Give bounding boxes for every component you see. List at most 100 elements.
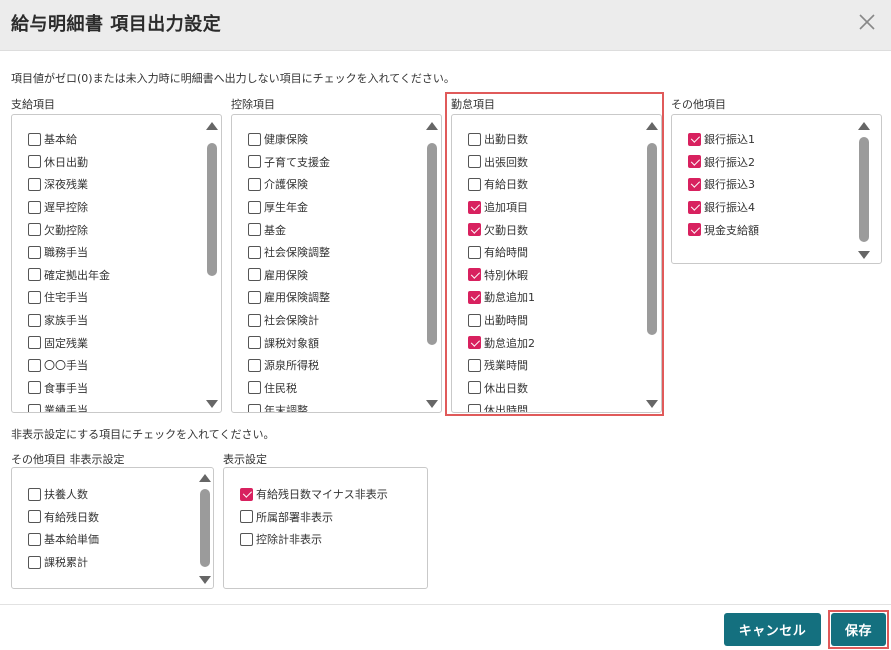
- checkbox-unchecked[interactable]: [28, 336, 41, 350]
- checkbox-item[interactable]: 銀行振込2: [688, 151, 759, 174]
- checkbox-item[interactable]: 休出日数: [468, 377, 535, 400]
- checkbox-unchecked[interactable]: [248, 200, 261, 214]
- checkbox-unchecked[interactable]: [28, 155, 41, 169]
- checkbox-item[interactable]: 雇用保険: [248, 264, 330, 287]
- checkbox-item[interactable]: 基金: [248, 218, 330, 241]
- checkbox-item[interactable]: 職務手当: [28, 241, 110, 264]
- checkbox-item[interactable]: 有給時間: [468, 241, 535, 264]
- checkbox-unchecked[interactable]: [468, 403, 481, 412]
- checkbox-item[interactable]: 欠勤日数: [468, 218, 535, 241]
- scroll-up-arrow-icon[interactable]: [858, 122, 870, 130]
- checkbox-unchecked[interactable]: [468, 155, 481, 169]
- checkbox-item[interactable]: 業績手当: [28, 399, 110, 412]
- scroll-up-arrow-icon[interactable]: [199, 474, 211, 482]
- scroll-down-arrow-icon[interactable]: [646, 400, 658, 408]
- checkbox-unchecked[interactable]: [248, 403, 261, 412]
- scroll-down-arrow-icon[interactable]: [858, 251, 870, 259]
- checkbox-unchecked[interactable]: [248, 381, 261, 395]
- checkbox-checked[interactable]: [240, 487, 253, 501]
- checkbox-unchecked[interactable]: [28, 290, 41, 304]
- checkbox-item[interactable]: 深夜残業: [28, 173, 110, 196]
- checkbox-unchecked[interactable]: [468, 132, 481, 146]
- checkbox-item[interactable]: 控除計非表示: [240, 528, 388, 551]
- checkbox-item[interactable]: 厚生年金: [248, 196, 330, 219]
- checkbox-unchecked[interactable]: [28, 358, 41, 372]
- checkbox-item[interactable]: 社会保険計: [248, 309, 330, 332]
- checkbox-item[interactable]: 扶養人数: [28, 483, 99, 506]
- checkbox-item[interactable]: 住宅手当: [28, 286, 110, 309]
- scroll-down-arrow-icon[interactable]: [199, 576, 211, 584]
- checkbox-item[interactable]: 出勤時間: [468, 309, 535, 332]
- checkbox-unchecked[interactable]: [248, 223, 261, 237]
- other-scrollbar[interactable]: [858, 122, 870, 259]
- scrollbar-thumb[interactable]: [647, 143, 657, 335]
- checkbox-item[interactable]: 基本給単価: [28, 528, 99, 551]
- scrollbar-thumb[interactable]: [200, 489, 210, 567]
- checkbox-item[interactable]: 確定拠出年金: [28, 264, 110, 287]
- scrollbar-thumb[interactable]: [207, 143, 217, 276]
- other-hidden-scrollbar[interactable]: [199, 474, 211, 584]
- checkbox-unchecked[interactable]: [240, 510, 253, 524]
- deduction-scrollbar[interactable]: [426, 122, 438, 408]
- checkbox-unchecked[interactable]: [28, 245, 41, 259]
- attendance-scrollbar[interactable]: [646, 122, 658, 408]
- checkbox-unchecked[interactable]: [468, 177, 481, 191]
- checkbox-item[interactable]: 社会保険調整: [248, 241, 330, 264]
- scroll-up-arrow-icon[interactable]: [206, 122, 218, 130]
- checkbox-item[interactable]: 源泉所得税: [248, 354, 330, 377]
- checkbox-item[interactable]: 出勤日数: [468, 128, 535, 151]
- checkbox-item[interactable]: 銀行振込1: [688, 128, 759, 151]
- checkbox-unchecked[interactable]: [28, 487, 41, 501]
- checkbox-item[interactable]: 家族手当: [28, 309, 110, 332]
- checkbox-unchecked[interactable]: [248, 155, 261, 169]
- checkbox-unchecked[interactable]: [468, 381, 481, 395]
- checkbox-item[interactable]: 健康保険: [248, 128, 330, 151]
- checkbox-unchecked[interactable]: [28, 555, 41, 569]
- checkbox-unchecked[interactable]: [468, 313, 481, 327]
- checkbox-item[interactable]: 勤怠追加2: [468, 331, 535, 354]
- checkbox-unchecked[interactable]: [468, 358, 481, 372]
- checkbox-item[interactable]: 勤怠追加1: [468, 286, 535, 309]
- checkbox-unchecked[interactable]: [28, 510, 41, 524]
- checkbox-checked[interactable]: [688, 132, 701, 146]
- checkbox-unchecked[interactable]: [468, 245, 481, 259]
- checkbox-checked[interactable]: [468, 200, 481, 214]
- checkbox-checked[interactable]: [688, 200, 701, 214]
- checkbox-unchecked[interactable]: [248, 336, 261, 350]
- scrollbar-thumb[interactable]: [427, 143, 437, 345]
- checkbox-item[interactable]: 残業時間: [468, 354, 535, 377]
- checkbox-checked[interactable]: [468, 290, 481, 304]
- checkbox-unchecked[interactable]: [248, 132, 261, 146]
- checkbox-unchecked[interactable]: [28, 313, 41, 327]
- checkbox-item[interactable]: 出張回数: [468, 151, 535, 174]
- scrollbar-thumb[interactable]: [859, 137, 869, 242]
- checkbox-checked[interactable]: [468, 268, 481, 282]
- scroll-down-arrow-icon[interactable]: [426, 400, 438, 408]
- checkbox-item[interactable]: 有給残日数マイナス非表示: [240, 483, 388, 506]
- scroll-down-arrow-icon[interactable]: [206, 400, 218, 408]
- checkbox-unchecked[interactable]: [28, 381, 41, 395]
- checkbox-item[interactable]: 銀行振込4: [688, 196, 759, 219]
- checkbox-item[interactable]: 介護保険: [248, 173, 330, 196]
- checkbox-checked[interactable]: [688, 155, 701, 169]
- checkbox-unchecked[interactable]: [28, 403, 41, 412]
- checkbox-unchecked[interactable]: [28, 532, 41, 546]
- checkbox-checked[interactable]: [688, 223, 701, 237]
- cancel-button[interactable]: キャンセル: [724, 613, 821, 646]
- checkbox-unchecked[interactable]: [248, 268, 261, 282]
- checkbox-item[interactable]: 食事手当: [28, 377, 110, 400]
- checkbox-item[interactable]: 現金支給額: [688, 218, 759, 241]
- checkbox-unchecked[interactable]: [248, 358, 261, 372]
- checkbox-item[interactable]: 欠勤控除: [28, 218, 110, 241]
- checkbox-item[interactable]: 追加項目: [468, 196, 535, 219]
- checkbox-unchecked[interactable]: [28, 223, 41, 237]
- checkbox-item[interactable]: 休出時間: [468, 399, 535, 412]
- close-button[interactable]: [854, 9, 880, 35]
- checkbox-item[interactable]: 所属部署非表示: [240, 506, 388, 529]
- save-button[interactable]: 保存: [831, 613, 886, 646]
- checkbox-item[interactable]: 有給日数: [468, 173, 535, 196]
- checkbox-checked[interactable]: [688, 177, 701, 191]
- checkbox-item[interactable]: 遅早控除: [28, 196, 110, 219]
- payment-scrollbar[interactable]: [206, 122, 218, 408]
- checkbox-unchecked[interactable]: [28, 132, 41, 146]
